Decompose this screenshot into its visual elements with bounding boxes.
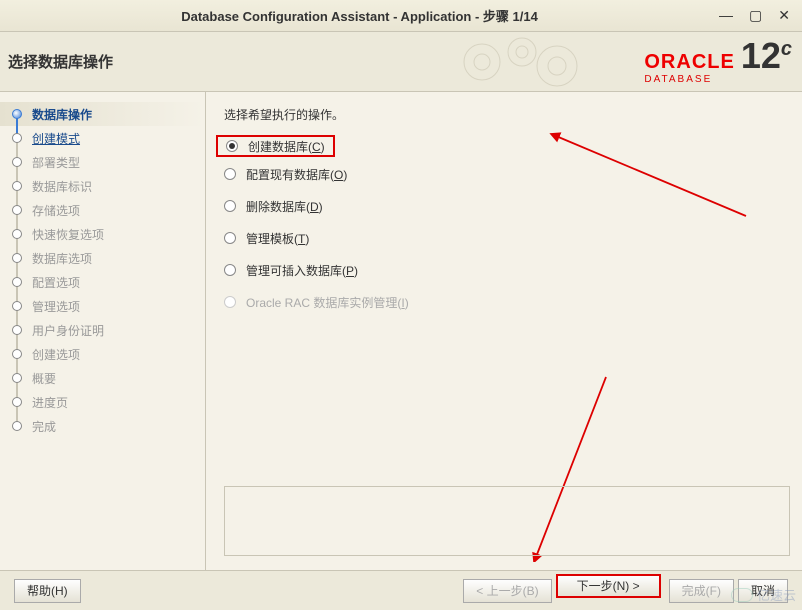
sidebar: 数据库操作创建模式部署类型数据库标识存储选项快速恢复选项数据库选项配置选项管理选… xyxy=(0,92,206,570)
radio-option[interactable]: 创建数据库(C) xyxy=(216,135,335,157)
step-bullet-icon xyxy=(12,133,22,143)
back-button[interactable]: < 上一步(B) xyxy=(463,579,551,603)
help-button[interactable]: 帮助(H) xyxy=(14,579,81,603)
step-label: 数据库标识 xyxy=(32,178,92,195)
page-title: 选择数据库操作 xyxy=(8,51,113,72)
step-label: 概要 xyxy=(32,370,56,387)
version-label: 12c xyxy=(741,38,792,74)
sidebar-step: 存储选项 xyxy=(0,198,205,222)
finish-button[interactable]: 完成(F) xyxy=(669,579,734,603)
sidebar-step: 数据库标识 xyxy=(0,174,205,198)
window-title: Database Configuration Assistant - Appli… xyxy=(0,6,719,25)
step-label: 创建模式 xyxy=(32,130,80,147)
minimize-icon[interactable]: — xyxy=(719,7,733,24)
sidebar-step: 配置选项 xyxy=(0,270,205,294)
sidebar-step: 进度页 xyxy=(0,390,205,414)
instruction-text: 选择希望执行的操作。 xyxy=(224,106,790,123)
radio-icon xyxy=(224,200,236,212)
radio-label: 管理可插入数据库(P) xyxy=(246,262,358,279)
radio-icon xyxy=(226,140,238,152)
sidebar-step: 快速恢复选项 xyxy=(0,222,205,246)
radio-option[interactable]: 删除数据库(D) xyxy=(224,195,790,217)
titlebar: Database Configuration Assistant - Appli… xyxy=(0,0,802,32)
radio-icon xyxy=(224,232,236,244)
sidebar-step[interactable]: 数据库操作 xyxy=(0,102,205,126)
step-bullet-icon xyxy=(12,205,22,215)
radio-label: 删除数据库(D) xyxy=(246,198,323,215)
oracle-logo: ORACLE DATABASE 12c xyxy=(644,38,802,85)
step-label: 配置选项 xyxy=(32,274,80,291)
radio-icon xyxy=(224,264,236,276)
vendor-name: ORACLE xyxy=(644,51,734,74)
radio-label: 创建数据库(C) xyxy=(248,138,325,155)
close-icon[interactable]: ✕ xyxy=(778,7,790,24)
header: 选择数据库操作 ORACLE DATABASE 12c xyxy=(0,32,802,92)
sidebar-step: 部署类型 xyxy=(0,150,205,174)
sidebar-step[interactable]: 创建模式 xyxy=(0,126,205,150)
gears-graphic-icon xyxy=(452,34,602,90)
step-label: 完成 xyxy=(32,418,56,435)
step-label: 进度页 xyxy=(32,394,68,411)
sidebar-step: 完成 xyxy=(0,414,205,438)
step-bullet-icon xyxy=(12,277,22,287)
footer: 帮助(H) < 上一步(B) 下一步(N) > 完成(F) 取消 xyxy=(0,570,802,610)
radio-icon xyxy=(224,168,236,180)
body: 数据库操作创建模式部署类型数据库标识存储选项快速恢复选项数据库选项配置选项管理选… xyxy=(0,92,802,570)
radio-label: Oracle RAC 数据库实例管理(I) xyxy=(246,294,409,311)
radio-option[interactable]: 管理可插入数据库(P) xyxy=(224,259,790,281)
step-bullet-icon xyxy=(12,349,22,359)
step-bullet-icon xyxy=(12,229,22,239)
step-bullet-icon xyxy=(12,109,22,119)
sidebar-step: 用户身份证明 xyxy=(0,318,205,342)
next-button[interactable]: 下一步(N) > xyxy=(556,574,661,598)
step-label: 部署类型 xyxy=(32,154,80,171)
step-bullet-icon xyxy=(12,253,22,263)
radio-label: 配置现有数据库(O) xyxy=(246,166,347,183)
main-panel: 选择希望执行的操作。 创建数据库(C) 配置现有数据库(O) 删除数据库(D) 管理模… xyxy=(206,92,802,570)
step-label: 数据库选项 xyxy=(32,250,92,267)
step-label: 创建选项 xyxy=(32,346,80,363)
step-bullet-icon xyxy=(12,157,22,167)
step-bullet-icon xyxy=(12,397,22,407)
step-bullet-icon xyxy=(12,325,22,335)
step-bullet-icon xyxy=(12,421,22,431)
step-label: 快速恢复选项 xyxy=(32,226,104,243)
step-label: 存储选项 xyxy=(32,202,80,219)
step-label: 用户身份证明 xyxy=(32,322,104,339)
step-bullet-icon xyxy=(12,301,22,311)
maximize-icon[interactable]: ▢ xyxy=(749,7,762,24)
radio-option[interactable]: 管理模板(T) xyxy=(224,227,790,249)
sidebar-step: 概要 xyxy=(0,366,205,390)
progress-area xyxy=(224,486,790,556)
step-label: 数据库操作 xyxy=(32,106,92,123)
radio-option: Oracle RAC 数据库实例管理(I) xyxy=(224,291,790,313)
radio-icon xyxy=(224,296,236,308)
step-bullet-icon xyxy=(12,373,22,383)
radio-option[interactable]: 配置现有数据库(O) xyxy=(224,163,790,185)
vendor-sub: DATABASE xyxy=(644,74,734,85)
sidebar-step: 创建选项 xyxy=(0,342,205,366)
window-controls: — ▢ ✕ xyxy=(719,7,802,24)
cancel-button[interactable]: 取消 xyxy=(738,579,788,603)
sidebar-step: 管理选项 xyxy=(0,294,205,318)
radio-label: 管理模板(T) xyxy=(246,230,309,247)
sidebar-step: 数据库选项 xyxy=(0,246,205,270)
step-label: 管理选项 xyxy=(32,298,80,315)
step-bullet-icon xyxy=(12,181,22,191)
